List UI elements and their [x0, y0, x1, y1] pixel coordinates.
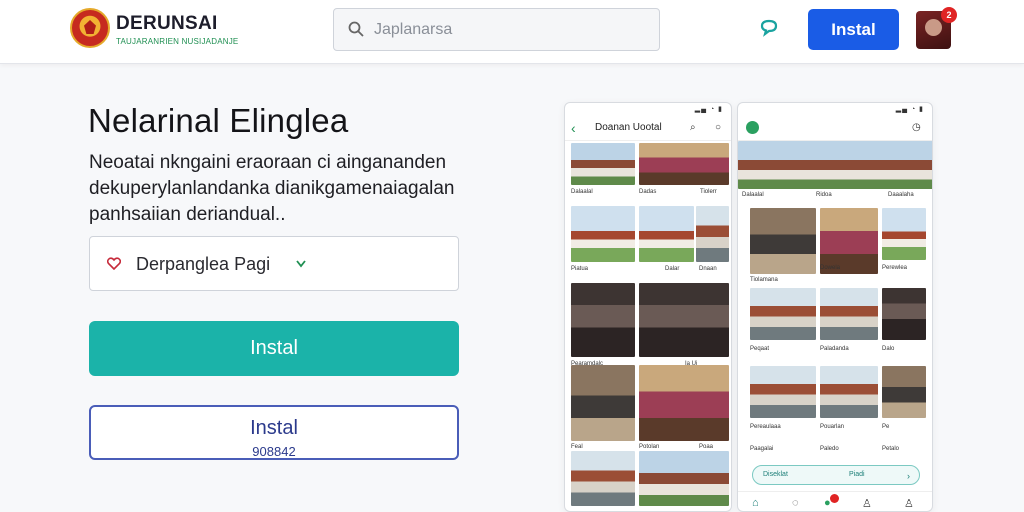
search-input[interactable]	[374, 15, 644, 45]
heart-icon	[107, 257, 121, 270]
home-icon[interactable]: ⌂	[752, 497, 759, 509]
search-icon[interactable]: ⌕	[690, 122, 696, 133]
photo-caption: Tiolerr	[700, 189, 717, 195]
phone-screenshot-feed: ▂▄ ◔ ▮ ◷ Dalaalal Ridoa Daaalaha Tiolama…	[737, 102, 933, 512]
phone-header: ◷	[738, 115, 932, 141]
option-select[interactable]: Derpanglea Pagi	[89, 236, 459, 291]
photo-thumbnail[interactable]	[571, 365, 635, 441]
select-value: Derpanglea Pagi	[136, 254, 271, 274]
emblem-logo-icon[interactable]	[70, 8, 110, 48]
search-icon	[348, 21, 364, 37]
pill-label-right: Piadi	[849, 471, 865, 478]
photo-thumbnail[interactable]	[571, 206, 635, 262]
more-icon[interactable]: ◷	[912, 122, 921, 133]
photo-thumbnail[interactable]	[882, 288, 926, 340]
photo-caption: Dalo	[882, 346, 895, 352]
pill-label-left: Diseklat	[763, 471, 788, 478]
photo-thumbnail[interactable]	[571, 451, 635, 506]
brand-title[interactable]: DERUNSAI	[116, 13, 218, 35]
photo-caption: Perewlea	[882, 265, 908, 271]
photo-thumbnail[interactable]	[820, 288, 878, 340]
status-bar: ▂▄ ◔ ▮	[738, 103, 932, 115]
photo-thumbnail[interactable]	[639, 451, 729, 506]
photo-thumbnail[interactable]	[882, 208, 926, 260]
photo-caption: Dnaan	[699, 266, 717, 272]
photo-caption: Poaa	[699, 444, 714, 450]
nav-badge	[830, 494, 839, 503]
photo-caption: Paledo	[820, 446, 839, 452]
photo-caption: Tiolamana	[750, 277, 778, 283]
bottom-nav: ⌂ ◌ ● ♙ ♙	[738, 491, 932, 511]
top-bar: DERUNSAI TAUJARANRIEN NUSIJADANJE Instal…	[0, 0, 1024, 64]
photo-caption: Dowela	[820, 265, 841, 271]
install-primary-button[interactable]: Instal	[89, 321, 459, 376]
photo-thumbnail[interactable]	[639, 206, 694, 262]
account-icon[interactable]: ♙	[904, 497, 914, 510]
signal-wifi-battery-icon: ▂▄ ◔ ▮	[895, 106, 924, 113]
photo-thumbnail[interactable]	[639, 143, 729, 185]
photo-caption: Daaalaha	[888, 192, 914, 198]
brand-subtitle: TAUJARANRIEN NUSIJADANJE	[116, 37, 239, 46]
more-icon[interactable]: ○	[715, 122, 721, 133]
page-description: Neoatai nkngaini eraoraan ci aingananden…	[89, 152, 455, 225]
photo-caption: Piatua	[571, 266, 589, 272]
search-box[interactable]	[333, 8, 660, 51]
photo-caption: Dalaalal	[571, 189, 593, 195]
photo-thumbnail[interactable]	[750, 366, 816, 418]
install-secondary-code: 908842	[252, 444, 296, 459]
chat-bubble-icon[interactable]	[756, 16, 782, 42]
phone-screenshot-gallery: ▂▄ ◔ ▮ ‹ Doanan Uootal ⌕ ○ Dalaalal Dada…	[564, 102, 732, 512]
status-bar: ▂▄ ◔ ▮	[565, 103, 731, 115]
photo-caption: Peqaat	[750, 346, 770, 352]
photo-caption: Paagalai	[750, 446, 774, 452]
photo-thumbnail[interactable]	[571, 283, 635, 357]
photo-caption: Petalo	[882, 446, 900, 452]
back-arrow-icon[interactable]: ‹	[571, 120, 576, 136]
photo-caption: Feal	[571, 444, 583, 450]
signal-wifi-battery-icon: ▂▄ ◔ ▮	[694, 106, 723, 113]
photo-caption: Pereaulaaa	[750, 424, 781, 430]
photo-thumbnail[interactable]	[750, 288, 816, 340]
header-install-button[interactable]: Instal	[808, 9, 899, 50]
app-logo-icon[interactable]	[746, 121, 759, 134]
photo-thumbnail[interactable]	[882, 366, 926, 418]
photo-thumbnail[interactable]	[820, 366, 878, 418]
photo-caption: Dalaalal	[742, 192, 764, 198]
install-secondary-label: Instal	[250, 417, 298, 439]
chevron-down-icon	[296, 260, 306, 268]
install-secondary-button[interactable]: Instal 908842	[89, 405, 459, 460]
photo-caption: Dalar	[665, 266, 680, 272]
photo-caption: Ridoa	[816, 192, 832, 198]
phone-title: Doanan Uootal	[595, 122, 662, 133]
chat-icon[interactable]: ◌	[792, 497, 799, 509]
phone-header: ‹ Doanan Uootal ⌕ ○	[565, 115, 731, 141]
action-pill[interactable]: Diseklat Piadi ›	[752, 465, 920, 485]
photo-caption: Pe	[882, 424, 890, 430]
page-headline: Nelarinal Elinglea	[88, 102, 349, 139]
photo-thumbnail[interactable]	[571, 143, 635, 185]
photo-thumbnail[interactable]	[750, 208, 816, 274]
photo-caption: Paladanda	[820, 346, 849, 352]
chevron-right-icon: ›	[907, 471, 910, 481]
photo-caption: Pouarlan	[820, 424, 845, 430]
profile-icon[interactable]: ♙	[862, 497, 872, 510]
photo-caption: Potolan	[639, 444, 660, 450]
photo-thumbnail[interactable]	[696, 206, 729, 262]
photo-thumbnail[interactable]	[639, 365, 729, 441]
banner-photo[interactable]	[738, 141, 932, 189]
notification-badge: 2	[941, 7, 957, 23]
photo-thumbnail[interactable]	[639, 283, 729, 357]
photo-caption: Dadas	[639, 189, 657, 195]
